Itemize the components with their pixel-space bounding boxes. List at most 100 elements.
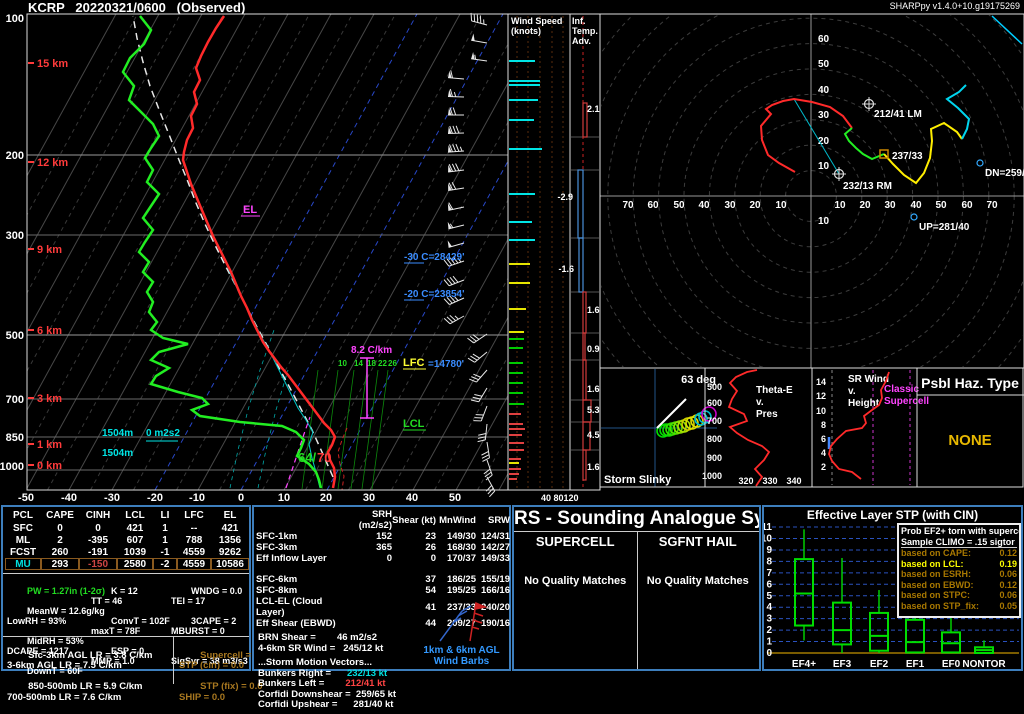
parcel-row-sfc[interactable]: SFC004211--421 xyxy=(5,522,249,534)
svg-text:500: 500 xyxy=(6,330,24,342)
svg-text:5.3: 5.3 xyxy=(587,405,600,415)
kinematics-inset[interactable]: SRH (m2/s2)Shear (kt)MnWindSRW SFC-1km15… xyxy=(252,505,511,671)
svg-text:1: 1 xyxy=(766,637,772,648)
sars-hail-column[interactable]: SGFNT HAIL No Quality Matches xyxy=(637,531,760,669)
svg-text:40: 40 xyxy=(818,85,830,96)
barb-caption: 1km & 6km AGLWind Barbs xyxy=(414,645,509,667)
svg-text:2.1: 2.1 xyxy=(587,104,600,114)
svg-text:9: 9 xyxy=(766,545,772,556)
svg-text:30: 30 xyxy=(724,200,736,211)
parcel-row-mu-selected[interactable]: MU293-1502580-2455910586 xyxy=(5,558,249,570)
srwind-panel[interactable]: 1412108642 SR Wind v. Height Classic Sup… xyxy=(812,368,929,487)
el-label: EL xyxy=(243,204,257,216)
wind-panel-title1: Wind Speed xyxy=(511,16,562,26)
svg-text:330: 330 xyxy=(762,476,777,486)
svg-text:14: 14 xyxy=(816,377,826,387)
indices-section: PW = 1.27in (1-2σ) MeanW = 12.6g/kgLowRH… xyxy=(3,573,249,636)
svg-text:600: 600 xyxy=(707,398,722,408)
stp-box-EF2 xyxy=(870,590,888,653)
svg-text:200: 200 xyxy=(6,150,24,162)
minus20-label: -20 C=23854' xyxy=(404,289,464,300)
svg-text:300: 300 xyxy=(6,230,24,242)
temperature-axis-labels: -50-40-30-20-1001020304050 xyxy=(18,492,461,504)
adv-bars: 2.1-2.9-1.61.60.91.65.34.51.6 xyxy=(557,103,599,480)
sars-supercell-column[interactable]: SUPERCELL No Quality Matches xyxy=(514,531,637,669)
srwind-title1: SR Wind xyxy=(848,374,889,385)
svg-text:26: 26 xyxy=(388,359,397,368)
stp-box-NONTOR xyxy=(975,640,993,653)
temp-advection-panel[interactable]: 2.1-2.9-1.61.60.91.65.34.51.6 Inf. Temp.… xyxy=(557,14,600,490)
svg-text:10: 10 xyxy=(775,200,787,211)
parcel-row-fcst[interactable]: FCST260-1911039-145599262 xyxy=(5,546,249,558)
svg-text:340: 340 xyxy=(786,476,801,486)
stp-inset[interactable]: Effective Layer STP (with CIN) 012345678… xyxy=(762,505,1023,671)
srwind-note2: Supercell xyxy=(884,396,929,407)
stp-prob-ebwd: based on EBWD:0.12 xyxy=(901,580,1017,591)
svg-text:-2.9: -2.9 xyxy=(557,192,573,202)
wind-speed-bars xyxy=(509,60,542,480)
svg-text:6: 6 xyxy=(766,579,772,590)
hodo-segment-cyan xyxy=(947,85,969,139)
adv-panel-border xyxy=(570,14,600,490)
svg-text:500: 500 xyxy=(707,382,722,392)
sars-hail-result: No Quality Matches xyxy=(637,575,760,587)
hodo-segment-green xyxy=(845,128,884,159)
svg-text:2: 2 xyxy=(766,625,772,636)
stp-box-EF3 xyxy=(833,558,851,653)
inflow-srh-label: 0 m2s2 xyxy=(146,428,180,439)
parcel-header-row: PCLCAPE CINHLCL LILFC EL xyxy=(5,509,249,522)
wind-panel-title2: (knots) xyxy=(511,26,541,36)
thermodynamics-inset[interactable]: PCLCAPE CINHLCL LILFC EL SFC004211--421 … xyxy=(1,505,251,671)
svg-text:4: 4 xyxy=(821,448,826,458)
hodo-border xyxy=(600,14,1024,368)
hazard-value: NONE xyxy=(948,432,991,449)
lfc-value: =14780' xyxy=(428,359,464,370)
stp-prob-stpc: based on STPC:0.06 xyxy=(901,590,1017,601)
svg-text:3: 3 xyxy=(766,614,772,625)
svg-text:12 km: 12 km xyxy=(37,157,68,169)
svg-text:6: 6 xyxy=(821,434,826,444)
svg-text:700: 700 xyxy=(6,394,24,406)
svg-text:70: 70 xyxy=(622,200,634,211)
kin-row: SFC-8km54195/25166/16 xyxy=(256,585,510,596)
hodograph-panel[interactable]: 7060504030201010203040506070605040302010… xyxy=(532,0,1024,475)
pressure-axis-labels: 1002003005007008501000 xyxy=(0,13,24,473)
wind-axis-labels: 40 80120 xyxy=(541,493,579,503)
wind-speed-panel[interactable]: Wind Speed (knots) 40 80120 xyxy=(508,14,579,503)
sars-inset[interactable]: RS - Sounding Analogue Sys SUPERCELL No … xyxy=(512,505,761,671)
srwind-axis-labels: 1412108642 xyxy=(816,377,826,472)
kin-header-row: SRH (m2/s2)Shear (kt)MnWindSRW xyxy=(256,509,510,531)
thetae-panel[interactable]: 5006007008009001000320330340 Theta-E v. … xyxy=(702,368,812,487)
svg-text:12: 12 xyxy=(816,391,826,401)
srwind-note1: Classic xyxy=(884,384,919,395)
svg-text:8: 8 xyxy=(766,556,772,567)
lcl-label: LCL xyxy=(403,418,425,430)
svg-text:10: 10 xyxy=(818,161,830,172)
hazard-panel[interactable]: Psbl Haz. Type NONE xyxy=(917,368,1024,487)
parcel-row-ml[interactable]: ML2-39560717881356 xyxy=(5,534,249,546)
svg-text:14: 14 xyxy=(354,359,363,368)
svg-text:50: 50 xyxy=(935,200,947,211)
svg-text:700: 700 xyxy=(707,416,722,426)
upper-panels-canvas[interactable]: 1014182226 1002003005007008501000 15 km1… xyxy=(0,0,1024,505)
sars-supercell-header: SUPERCELL xyxy=(514,534,637,549)
svg-text:50: 50 xyxy=(818,59,830,70)
svg-text:30: 30 xyxy=(363,492,375,504)
stp-box-EF4+ xyxy=(795,529,813,640)
stp-prob-stpfix: based on STP_fix:0.05 xyxy=(901,601,1017,612)
svg-text:60: 60 xyxy=(647,200,659,211)
skewt-panel[interactable]: 1014182226 1002003005007008501000 15 km1… xyxy=(0,13,761,504)
svg-text:1000: 1000 xyxy=(0,461,24,473)
svg-text:1.6: 1.6 xyxy=(587,305,600,315)
storm-slinky-panel[interactable]: 63 deg Storm Slinky xyxy=(600,368,717,487)
svg-text:EF0: EF0 xyxy=(942,659,961,670)
svg-text:7: 7 xyxy=(766,568,772,579)
svg-text:EF4+: EF4+ xyxy=(792,659,816,670)
svg-text:5: 5 xyxy=(766,591,772,602)
lfc-label: LFC xyxy=(403,357,424,369)
sars-title: RS - Sounding Analogue Sys xyxy=(514,508,759,532)
svg-text:0: 0 xyxy=(238,492,244,504)
thetae-title3: Pres xyxy=(756,409,778,420)
kin-row: SFC-6km37186/25155/19 xyxy=(256,574,510,585)
sars-hail-header: SGFNT HAIL xyxy=(637,534,760,549)
